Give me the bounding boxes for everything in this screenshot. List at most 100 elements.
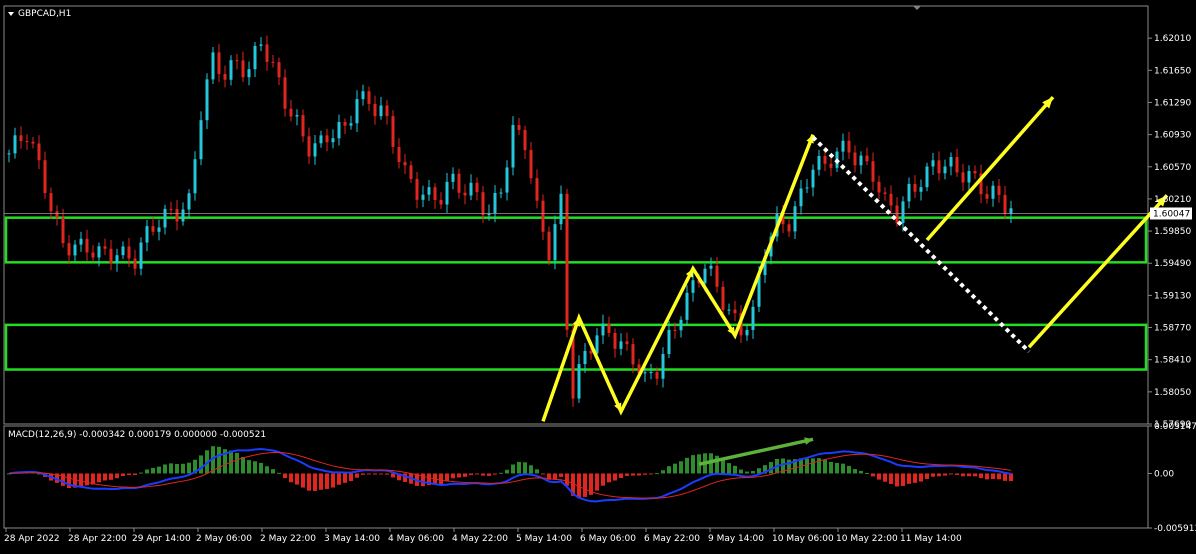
candle-body [337, 122, 341, 139]
candle-body [55, 211, 59, 218]
macd-histogram-bar [907, 473, 911, 484]
macd-histogram-bar [481, 473, 485, 476]
price-tick-label: 1.58050 [1154, 388, 1191, 398]
candle-body [229, 60, 233, 80]
candle-body [67, 243, 71, 256]
macd-histogram-bar [823, 459, 827, 474]
macd-histogram-bar [217, 446, 221, 474]
candle-body [727, 309, 731, 311]
chart-frame [3, 5, 1149, 529]
price-tick-label: 1.58410 [1154, 356, 1191, 366]
macd-histogram-bar [445, 473, 449, 482]
candle-body [79, 238, 83, 245]
candle-body [955, 157, 959, 173]
macd-histogram-bar [925, 473, 929, 479]
candle-body [469, 182, 473, 196]
candle-body [823, 156, 827, 164]
candle-body [367, 91, 371, 104]
candle-body [661, 354, 665, 379]
time-tick-label: 11 May 14:00 [900, 534, 962, 544]
support-zones [4, 216, 1148, 371]
yellow-zigzag [541, 133, 815, 422]
macd-histogram-bar [235, 452, 239, 474]
macd-histogram-bar [289, 473, 293, 483]
time-tick-label: 10 May 22:00 [836, 534, 898, 544]
macd-histogram-bar [733, 465, 737, 474]
candle-body [325, 135, 329, 143]
macd-histogram-bar [565, 473, 569, 486]
macd-histogram-bar [373, 473, 377, 475]
candle-body [175, 209, 179, 222]
macd-histogram-bar [421, 473, 425, 487]
candle-body [985, 194, 989, 199]
macd-histogram-bar [535, 469, 539, 474]
macd-histogram-bar [379, 473, 383, 475]
price-tick-label: 1.62010 [1154, 34, 1191, 44]
candle-body [433, 187, 437, 200]
macd-histogram-bar [625, 473, 629, 476]
candle-body [397, 146, 401, 162]
candle-body [709, 265, 713, 269]
macd-histogram-bar [613, 473, 617, 481]
macd-histogram-bar [187, 462, 191, 474]
candle-body [721, 286, 725, 310]
symbol-title: GBPCAD,H1 [18, 9, 71, 19]
macd-histogram-bar [163, 464, 167, 474]
candle-body [355, 99, 359, 124]
candle-body [595, 335, 599, 354]
candle-body [529, 150, 533, 179]
candle-body [97, 246, 101, 258]
candle-body [319, 135, 323, 144]
candle-body [163, 208, 167, 228]
price-tick-label: 1.58770 [1154, 324, 1191, 334]
macd-histogram-bar [889, 473, 893, 484]
macd-histogram-bar [115, 473, 119, 479]
candle-body [331, 138, 335, 143]
macd-histogram-bar [847, 465, 851, 474]
time-axis[interactable]: 28 Apr 2022 28 Apr 22:00 29 Apr 14:00 2 May… [4, 528, 962, 544]
chart-canvas[interactable]: 1.62010 1.61650 1.61290 1.60930 1.60570 1.602… [0, 0, 1196, 550]
macd-histogram-bar [979, 473, 983, 479]
macd-histogram-bar [517, 461, 521, 474]
macd-histogram-bar [751, 471, 755, 474]
candle-body [553, 224, 557, 261]
candle-body [421, 194, 425, 200]
candle-body [301, 115, 305, 137]
candle-body [625, 341, 629, 345]
scroll-marker-icon[interactable] [913, 6, 921, 10]
time-tick-label: 28 Apr 22:00 [68, 534, 127, 544]
macd-histogram-bar [367, 473, 371, 475]
macd-histogram-bar [973, 473, 977, 477]
macd-histogram-bar [337, 473, 341, 485]
macd-tick-label: 0.005147 [1154, 422, 1196, 432]
macd-histogram-bar [301, 473, 305, 488]
chart-menu-icon[interactable] [8, 12, 14, 16]
macd-histogram-bar [451, 473, 455, 479]
macd-histogram-bar [319, 473, 323, 490]
candle-body [61, 217, 65, 244]
candle-body [829, 163, 833, 168]
candle-body [139, 242, 143, 269]
price-tick-label: 1.60570 [1154, 163, 1191, 173]
candle-body [385, 105, 389, 117]
macd-histogram-bar [475, 473, 479, 475]
candle-body [103, 246, 107, 249]
candle-body [403, 161, 407, 166]
macd-histogram-bar [649, 473, 653, 475]
trading-chart-window[interactable]: 1.62010 1.61650 1.61290 1.60930 1.60570 1.602… [0, 0, 1196, 550]
macd-histogram-bar [787, 459, 791, 474]
price-axis[interactable]: 1.62010 1.61650 1.61290 1.60930 1.60570 1.602… [1148, 34, 1196, 534]
macd-histogram-bar [901, 473, 905, 486]
macd-histogram-bar [61, 473, 65, 486]
candle-body [541, 200, 545, 232]
time-tick-label: 6 May 22:00 [644, 534, 700, 544]
macd-histogram-bar [523, 462, 527, 474]
macd-histogram-bar [541, 473, 545, 475]
macd-histogram-bar [949, 473, 953, 475]
candle-body [913, 183, 917, 192]
macd-histogram-bar [961, 473, 965, 477]
candle-body [307, 136, 311, 157]
candle-body [649, 372, 653, 374]
candle-body [1003, 194, 1007, 215]
candle-body [535, 178, 539, 201]
